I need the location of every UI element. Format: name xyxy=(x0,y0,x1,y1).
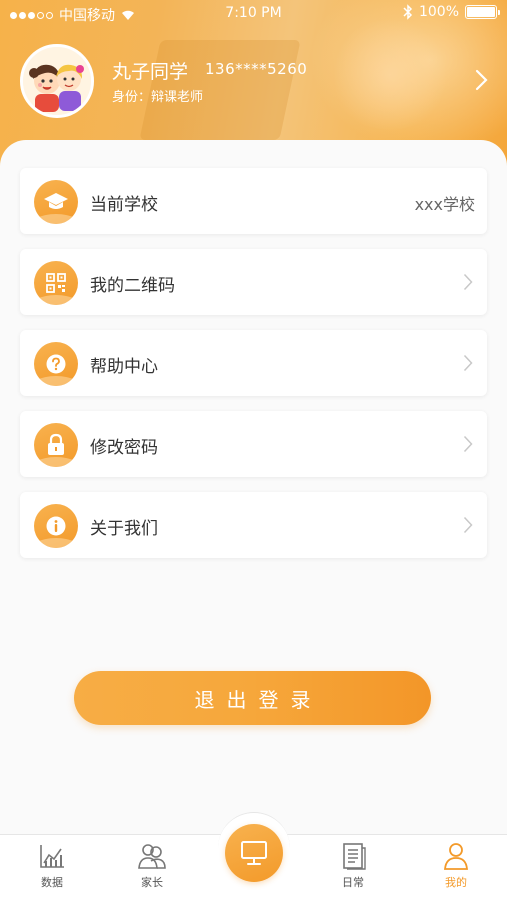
chevron-right-icon[interactable] xyxy=(474,68,490,92)
avatar-image xyxy=(23,47,91,115)
tab-data[interactable]: 数据 xyxy=(12,841,92,890)
chevron-right-icon xyxy=(463,273,473,291)
status-bar: 中国移动 7:10 PM 100% xyxy=(0,0,507,28)
content-area: 当前学校 xxx学校 我的二维码 帮助中心 修改密码 关于我们 xyxy=(0,140,507,834)
profile-name: 丸子同学 xyxy=(112,61,189,83)
graduation-cap-icon xyxy=(34,180,78,224)
settings-menu: 当前学校 xxx学校 我的二维码 帮助中心 修改密码 关于我们 xyxy=(20,168,487,573)
profile-row[interactable]: 丸子同学 136****5260 身份：辩课老师 xyxy=(20,44,490,118)
info-icon xyxy=(34,504,78,548)
tab-mine[interactable]: 我的 xyxy=(416,841,496,890)
tab-daily[interactable]: 日常 xyxy=(313,841,393,890)
menu-item-help-center[interactable]: 帮助中心 xyxy=(20,330,487,396)
person-icon xyxy=(444,843,468,870)
current-school-value: xxx学校 xyxy=(414,195,475,214)
menu-label: 关于我们 xyxy=(90,519,158,539)
menu-item-qr-code[interactable]: 我的二维码 xyxy=(20,249,487,315)
profile-role: 身份：辩课老师 xyxy=(112,90,204,105)
battery-icon xyxy=(465,5,500,19)
menu-item-current-school[interactable]: 当前学校 xxx学校 xyxy=(20,168,487,234)
chevron-right-icon xyxy=(463,435,473,453)
logout-button[interactable]: 退出登录 xyxy=(74,671,431,725)
tab-label: 家长 xyxy=(141,876,163,889)
menu-label: 修改密码 xyxy=(90,438,158,458)
menu-label: 我的二维码 xyxy=(90,276,175,296)
tab-label: 数据 xyxy=(41,876,63,889)
document-icon xyxy=(343,843,366,870)
chevron-right-icon xyxy=(463,516,473,534)
question-icon xyxy=(34,342,78,386)
qr-code-icon xyxy=(34,261,78,305)
profile-phone: 136****5260 xyxy=(205,60,308,78)
bluetooth-icon xyxy=(403,4,413,20)
chart-icon xyxy=(40,845,64,868)
avatar[interactable] xyxy=(20,44,94,118)
menu-item-about-us[interactable]: 关于我们 xyxy=(20,492,487,558)
menu-label: 帮助中心 xyxy=(90,357,158,377)
menu-item-change-password[interactable]: 修改密码 xyxy=(20,411,487,477)
tab-parents[interactable]: 家长 xyxy=(112,841,192,890)
menu-label: 当前学校 xyxy=(90,195,158,215)
battery-percent: 100% xyxy=(418,4,459,20)
tab-label: 日常 xyxy=(342,876,364,889)
tab-label: 我的 xyxy=(445,876,467,889)
chevron-right-icon xyxy=(463,354,473,372)
lock-icon xyxy=(34,423,78,467)
tab-center-button[interactable] xyxy=(225,824,283,882)
parents-icon xyxy=(138,844,166,869)
monitor-icon xyxy=(241,841,267,865)
